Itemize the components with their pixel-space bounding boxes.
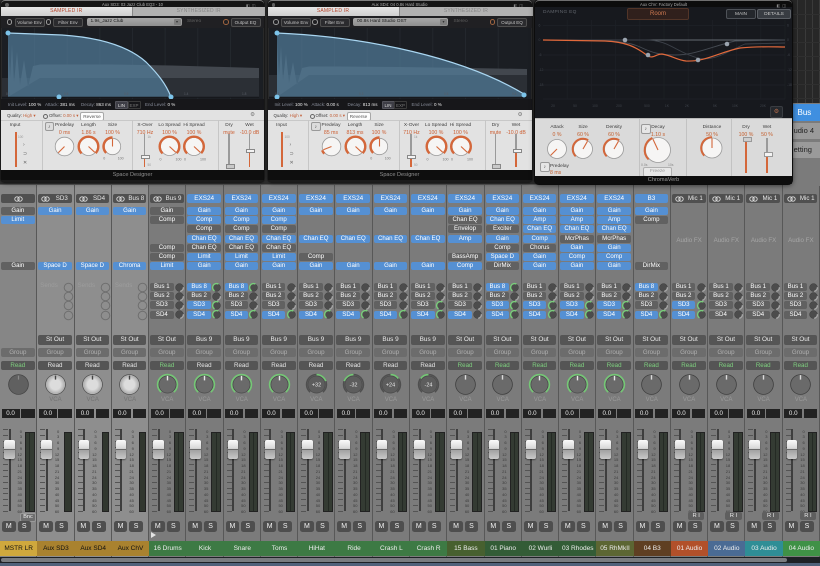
svg-text:100: 100 xyxy=(176,158,182,162)
svg-text:0: 0 xyxy=(787,38,789,42)
svg-text:2K: 2K xyxy=(685,104,690,108)
svg-text:0.5: 0.5 xyxy=(64,92,69,96)
svg-text:0: 0 xyxy=(160,158,162,162)
svg-text:100: 100 xyxy=(118,157,124,161)
svg-text:0.9: 0.9 xyxy=(124,92,129,96)
svg-text:20K: 20K xyxy=(760,104,767,108)
svg-text:-6: -6 xyxy=(787,53,790,57)
svg-text:0.8: 0.8 xyxy=(512,92,517,96)
svg-text:0.1: 0.1 xyxy=(6,92,11,96)
svg-text:1K: 1K xyxy=(665,104,670,108)
svg-text:100: 100 xyxy=(467,158,473,162)
svg-text:0.3: 0.3 xyxy=(359,92,364,96)
svg-text:20: 20 xyxy=(551,104,555,108)
svg-text:+32: +32 xyxy=(312,382,321,388)
svg-text:-12: -12 xyxy=(539,68,544,72)
svg-text:-12: -12 xyxy=(787,68,792,72)
svg-text:0.5: 0.5 xyxy=(444,92,449,96)
svg-text:-6: -6 xyxy=(539,53,542,57)
svg-text:6: 6 xyxy=(787,24,789,28)
svg-text:0: 0 xyxy=(451,158,453,162)
svg-text:-18: -18 xyxy=(539,83,544,87)
svg-text:1.8: 1.8 xyxy=(242,92,247,96)
svg-text:0: 0 xyxy=(539,38,541,42)
svg-text:0: 0 xyxy=(103,157,105,161)
svg-text:-32: -32 xyxy=(350,382,358,388)
svg-text:0: 0 xyxy=(370,157,372,161)
svg-text:0.1: 0.1 xyxy=(275,92,280,96)
svg-text:50: 50 xyxy=(573,104,577,108)
svg-text:1.4: 1.4 xyxy=(184,92,189,96)
svg-text:200: 200 xyxy=(616,104,622,108)
svg-text:6: 6 xyxy=(539,24,541,28)
svg-text:100: 100 xyxy=(442,158,448,162)
svg-text:10K: 10K xyxy=(732,104,739,108)
svg-text:100: 100 xyxy=(384,157,390,161)
svg-text:100: 100 xyxy=(200,158,206,162)
svg-text:5K: 5K xyxy=(713,104,718,108)
svg-text:+24: +24 xyxy=(386,382,395,388)
svg-text:-24: -24 xyxy=(424,382,432,388)
svg-text:100: 100 xyxy=(592,104,598,108)
svg-text:500: 500 xyxy=(644,104,650,108)
svg-text:-18: -18 xyxy=(787,83,792,87)
svg-text:0: 0 xyxy=(184,158,186,162)
svg-text:0: 0 xyxy=(426,158,428,162)
